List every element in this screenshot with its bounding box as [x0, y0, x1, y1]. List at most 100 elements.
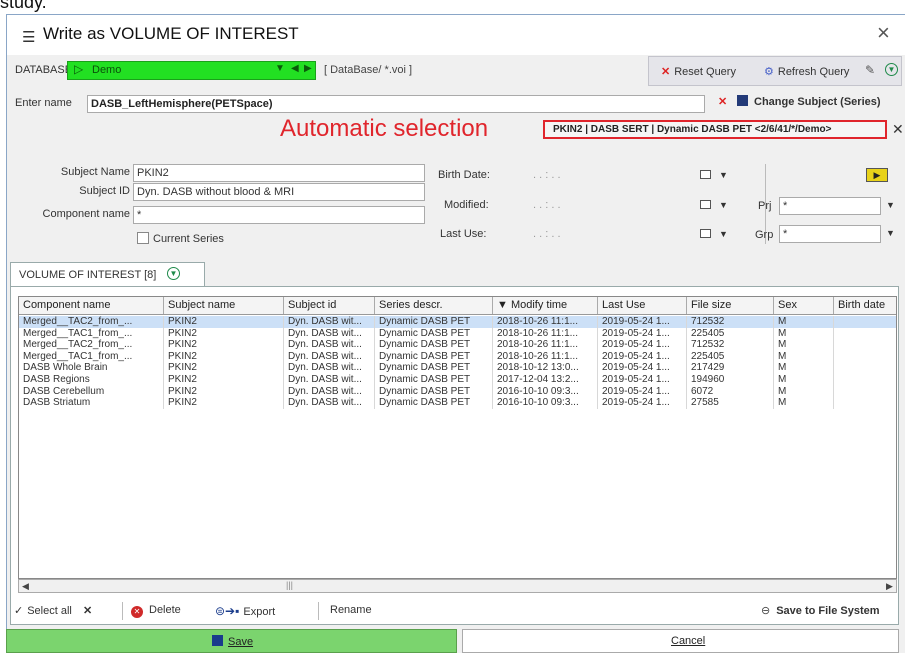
table-row[interactable]: Merged__TAC1_from_... PKIN2 Dyn. DASB wit.…	[19, 327, 896, 340]
calendar-icon[interactable]	[700, 200, 711, 209]
table-cell: 27585	[687, 397, 774, 410]
table-row[interactable]: Merged__TAC2_from_... PKIN2 Dyn. DASB wit.…	[19, 339, 896, 352]
subject-name-field[interactable]: PKIN2	[133, 164, 425, 182]
subject-id-field[interactable]: Dyn. DASB without blood & MRI	[133, 183, 425, 201]
table-cell: PKIN2	[164, 339, 284, 352]
table-cell: DASB Cerebellum	[19, 385, 164, 398]
cancel-button[interactable]: Cancel	[462, 629, 899, 653]
component-name-field[interactable]: *	[133, 206, 425, 224]
chevron-down-icon[interactable]: ▼	[719, 170, 728, 180]
delete-icon: ✕	[131, 606, 143, 618]
table-row[interactable]: DASB Regions PKIN2 Dyn. DASB wit... Dynamic…	[19, 374, 896, 386]
reset-query-button[interactable]: ✕ Reset Query	[661, 65, 736, 78]
database-name: Demo	[92, 64, 122, 76]
calendar-icon[interactable]	[700, 170, 711, 179]
column-header[interactable]: Birth date	[834, 297, 896, 314]
enter-name-label: Enter name	[15, 97, 72, 109]
table-row[interactable]: DASB Cerebellum PKIN2 Dyn. DASB wit... Dyna…	[19, 385, 896, 398]
table-cell: 2019-05-24 1...	[598, 397, 687, 410]
column-header[interactable]: Series descr.	[375, 297, 493, 314]
save-label: Save	[228, 636, 254, 648]
table-cell: M	[774, 397, 834, 410]
prj-field[interactable]: *	[779, 197, 881, 215]
table-cell: DASB Whole Brain	[19, 362, 164, 375]
table-cell: Dyn. DASB wit...	[284, 397, 375, 410]
table-cell: Dynamic DASB PET	[375, 362, 493, 375]
table-cell: 2019-05-24 1...	[598, 339, 687, 352]
column-header[interactable]: File size	[687, 297, 774, 314]
database-selector[interactable]: ▷ Demo ▼ ◀ ▶	[67, 61, 316, 80]
last-use-date-field[interactable]: . . : . .	[533, 228, 561, 240]
reset-query-label: Reset Query	[674, 66, 736, 78]
chevron-down-icon[interactable]: ▼	[886, 200, 895, 210]
tab-label: VOLUME OF INTEREST [8]	[19, 269, 157, 281]
delete-label: Delete	[149, 604, 181, 616]
next-icon[interactable]: ▶	[304, 63, 312, 74]
column-header[interactable]: ▼ Modify time	[493, 297, 598, 314]
close-icon[interactable]: ×	[877, 20, 890, 46]
grp-field[interactable]: *	[779, 225, 881, 243]
name-input[interactable]: DASB_LeftHemisphere(PETSpace)	[87, 95, 705, 113]
tool-icon[interactable]: ✎	[865, 63, 875, 77]
save-to-file-system-button[interactable]: ⊖ Save to File System	[761, 604, 880, 617]
prev-icon[interactable]: ◀	[291, 63, 299, 74]
horizontal-scrollbar[interactable]: ◀ ||| ▶	[18, 579, 897, 593]
scroll-right-icon[interactable]: ▶	[886, 581, 893, 592]
table-cell: 712532	[687, 316, 774, 328]
table-cell: 225405	[687, 350, 774, 363]
change-subject-button[interactable]: Change Subject (Series)	[737, 95, 881, 108]
table-cell: DASB Striatum	[19, 397, 164, 410]
chevron-down-icon[interactable]: ▼	[719, 229, 728, 239]
scroll-left-icon[interactable]: ◀	[22, 581, 29, 592]
table-cell: Dyn. DASB wit...	[284, 350, 375, 363]
table-cell	[834, 351, 896, 363]
column-header[interactable]: Last Use	[598, 297, 687, 314]
current-series-checkbox[interactable]	[137, 232, 149, 244]
automatic-selection-annotation: Automatic selection	[280, 115, 489, 142]
modified-date-field[interactable]: . . : . .	[533, 199, 561, 211]
scroll-thumb[interactable]: |||	[286, 580, 293, 590]
column-header[interactable]: Subject name	[164, 297, 284, 314]
save-button[interactable]: Save	[6, 629, 457, 653]
column-header[interactable]: Sex	[774, 297, 834, 314]
deselect-icon[interactable]: ✕	[83, 604, 92, 617]
clear-selection-icon[interactable]: ✕	[892, 121, 904, 138]
chevron-down-icon[interactable]: ▼	[885, 63, 898, 76]
chevron-down-icon[interactable]: ▼	[719, 200, 728, 210]
rename-button[interactable]: Rename	[330, 604, 372, 616]
table-cell: Dyn. DASB wit...	[284, 374, 375, 386]
export-button[interactable]: ⊜➔▪ Export	[215, 604, 275, 618]
table-cell: 712532	[687, 339, 774, 352]
chevron-down-icon[interactable]: ▼	[167, 267, 180, 280]
table-row[interactable]: Merged__TAC2_from_... PKIN2 Dyn. DASB wit.…	[19, 316, 896, 328]
tab-volume-of-interest[interactable]: VOLUME OF INTEREST [8] ▼	[10, 262, 205, 286]
select-all-button[interactable]: ✓ Select all	[14, 604, 72, 617]
table-row[interactable]: DASB Striatum PKIN2 Dyn. DASB wit... Dynami…	[19, 397, 896, 410]
chevron-down-icon[interactable]: ▼	[275, 63, 285, 74]
save-icon	[212, 635, 223, 646]
column-header[interactable]: Component name	[19, 297, 164, 314]
calendar-icon[interactable]	[700, 229, 711, 238]
table-cell: 2018-10-26 11:1...	[493, 350, 598, 363]
table-actions: ✓ Select all ✕ ✕ Delete ⊜➔▪ Export Rename ⊖…	[10, 600, 899, 622]
play-icon: ▷	[74, 62, 84, 76]
table-cell: DASB Regions	[19, 374, 164, 386]
table-row[interactable]: DASB Whole Brain PKIN2 Dyn. DASB wit... Dyn…	[19, 362, 896, 375]
refresh-query-button[interactable]: ⚙ Refresh Query	[764, 65, 849, 78]
refresh-icon: ⚙	[764, 66, 774, 78]
color-palette-icon[interactable]: ▶	[866, 168, 888, 182]
chevron-down-icon[interactable]: ▼	[886, 228, 895, 238]
table-cell: 2016-10-10 09:3...	[493, 385, 598, 398]
table-cell: PKIN2	[164, 362, 284, 375]
export-icon: ⊜➔▪	[215, 604, 240, 618]
table-cell: 2019-05-24 1...	[598, 374, 687, 386]
table-row[interactable]: Merged__TAC1_from_... PKIN2 Dyn. DASB wit.…	[19, 350, 896, 363]
birth-date-field[interactable]: . . : . .	[533, 169, 561, 181]
table-cell: M	[774, 362, 834, 375]
clear-name-icon[interactable]: ✕	[718, 95, 727, 108]
table-cell: Dynamic DASB PET	[375, 397, 493, 410]
column-header[interactable]: Subject id	[284, 297, 375, 314]
table-cell: 2018-10-26 11:1...	[493, 327, 598, 340]
delete-button[interactable]: ✕ Delete	[131, 604, 181, 618]
table-cell: Dynamic DASB PET	[375, 327, 493, 340]
